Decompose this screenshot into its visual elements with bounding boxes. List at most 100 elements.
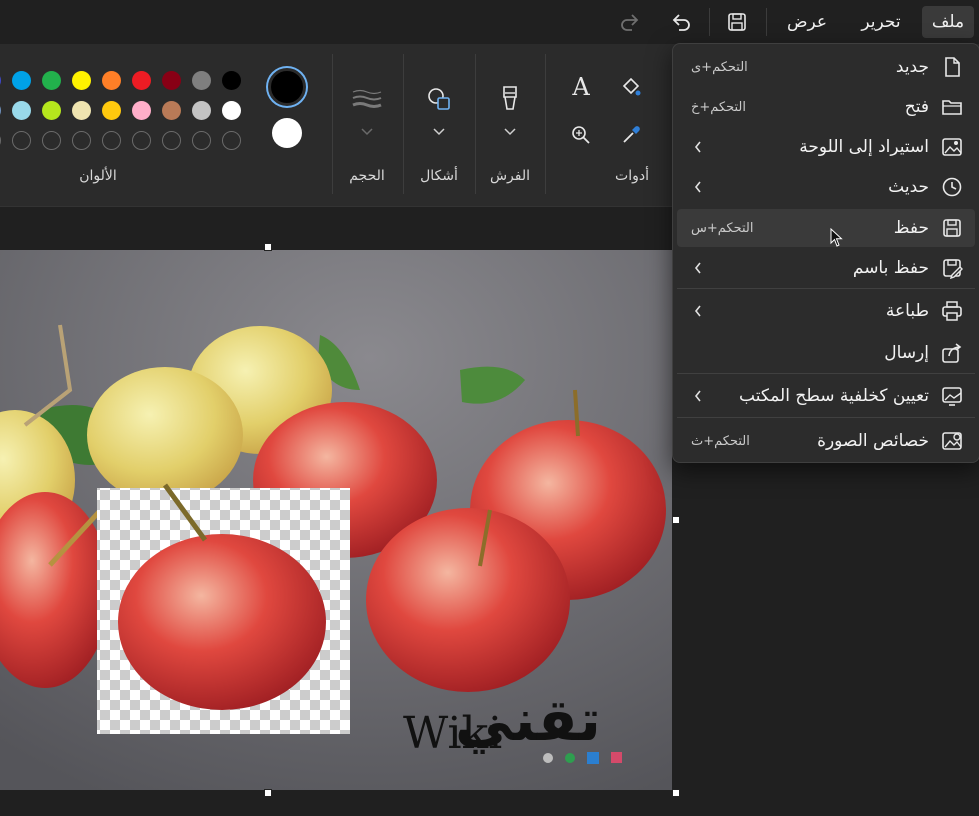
mouse-cursor-icon: [830, 228, 843, 247]
color-swatch[interactable]: [222, 71, 241, 90]
custom-color-slot[interactable]: [42, 131, 61, 150]
chevron-down-icon[interactable]: [495, 117, 525, 147]
menu-item-shortcut: التحكم+خ: [691, 100, 747, 115]
chevron-left-icon: [693, 302, 707, 320]
resize-handle-top[interactable]: [264, 243, 272, 251]
file-menu-item[interactable]: استيراد إلى اللوحة: [677, 128, 975, 166]
brushes-group-label: الفرش: [489, 168, 531, 184]
fill-bucket-icon[interactable]: [616, 72, 646, 102]
custom-color-slot[interactable]: [72, 131, 91, 150]
color-picker-icon[interactable]: [616, 120, 646, 150]
menu-item-label: خصائص الصورة: [817, 431, 929, 451]
print-icon: [941, 300, 963, 322]
custom-color-slot[interactable]: [102, 131, 121, 150]
file-menu-item[interactable]: تعيين كخلفية سطح المكتب: [677, 377, 975, 415]
menu-item-shortcut: التحكم+ث: [691, 434, 750, 449]
save-icon[interactable]: [723, 8, 751, 36]
menu-item-label: طباعة: [885, 301, 929, 321]
file-menu-item[interactable]: حفظ باسم: [677, 249, 975, 287]
watermark-arabic: تقني: [455, 686, 601, 754]
brush-icon[interactable]: [495, 84, 525, 114]
custom-color-slot[interactable]: [12, 131, 31, 150]
ribbon-divider: [545, 54, 546, 194]
file-menu-item[interactable]: خصائص الصورة التحكم+ث: [677, 422, 975, 460]
apples-photo: Wiki تقني: [0, 250, 672, 790]
menu-item-label: جديد: [895, 57, 929, 77]
color-swatch[interactable]: [0, 101, 1, 120]
menubar-divider: [766, 8, 767, 36]
chevron-left-icon: [693, 178, 707, 196]
color-swatch[interactable]: [102, 101, 121, 120]
file-menu-item[interactable]: إرسال: [677, 334, 975, 372]
resize-handle-bottom[interactable]: [264, 789, 272, 797]
menu-file[interactable]: ملف: [922, 6, 974, 38]
menu-divider: [677, 288, 975, 289]
color-swatch[interactable]: [192, 101, 211, 120]
resize-handle-corner[interactable]: [672, 789, 680, 797]
shapes-icon[interactable]: [424, 84, 454, 114]
menu-item-shortcut: التحكم+ى: [691, 60, 748, 75]
menu-bar: ملف تحرير عرض: [0, 0, 979, 44]
menubar-divider: [709, 8, 710, 36]
colors-group-label: الألوان: [79, 168, 117, 184]
color-swatch[interactable]: [162, 71, 181, 90]
menu-item-label: حفظ باسم: [852, 258, 929, 278]
undo-icon[interactable]: [667, 8, 695, 36]
file-menu-item[interactable]: طباعة: [677, 292, 975, 330]
save-icon: [941, 217, 963, 239]
custom-color-slot[interactable]: [192, 131, 211, 150]
redo-icon[interactable]: [616, 8, 644, 36]
custom-color-slot[interactable]: [132, 131, 151, 150]
color-swatch[interactable]: [12, 71, 31, 90]
color-swatch[interactable]: [132, 101, 151, 120]
color-swatch[interactable]: [12, 101, 31, 120]
recent-clock-icon: [941, 176, 963, 198]
menu-item-label: حديث: [888, 177, 929, 197]
shapes-group-label: أشكال: [420, 168, 458, 184]
color-swatch[interactable]: [192, 71, 211, 90]
menu-item-label: استيراد إلى اللوحة: [799, 137, 929, 157]
new-file-icon: [941, 56, 963, 78]
resize-handle-right[interactable]: [672, 516, 680, 524]
color-swatch[interactable]: [72, 101, 91, 120]
menu-item-label: إرسال: [884, 343, 929, 363]
color-swatch[interactable]: [132, 71, 151, 90]
menu-edit[interactable]: تحرير: [852, 6, 910, 38]
stroke-size-icon[interactable]: [352, 84, 382, 114]
save-as-icon: [941, 257, 963, 280]
primary-color-swatch[interactable]: [268, 68, 306, 106]
chevron-down-icon[interactable]: [352, 117, 382, 147]
menu-item-label: حفظ: [893, 218, 929, 238]
custom-color-slot[interactable]: [162, 131, 181, 150]
desktop-background-icon: [941, 385, 963, 407]
file-menu-item[interactable]: جديد التحكم+ى: [677, 48, 975, 86]
custom-color-slot[interactable]: [0, 131, 1, 150]
file-menu-item[interactable]: فتح التحكم+خ: [677, 88, 975, 126]
file-menu-dropdown: جديد التحكم+ى فتح التحكم+خ استيراد إلى اللوح…: [672, 43, 979, 463]
color-swatch[interactable]: [42, 71, 61, 90]
image-properties-icon: [941, 430, 963, 452]
custom-color-slot[interactable]: [222, 131, 241, 150]
color-swatch[interactable]: [42, 101, 61, 120]
magnifier-icon[interactable]: [566, 120, 596, 150]
image-canvas[interactable]: Wiki تقني: [0, 250, 672, 790]
color-swatch[interactable]: [102, 71, 121, 90]
color-swatch[interactable]: [0, 71, 1, 90]
chevron-left-icon: [693, 138, 707, 156]
menu-item-label: تعيين كخلفية سطح المكتب: [739, 386, 929, 406]
color-swatch[interactable]: [162, 101, 181, 120]
color-swatch[interactable]: [222, 101, 241, 120]
menu-view[interactable]: عرض: [776, 6, 838, 38]
file-menu-item[interactable]: حفظ التحكم+س: [677, 209, 975, 247]
ribbon-divider: [475, 54, 476, 194]
menu-divider: [677, 373, 975, 374]
color-swatch[interactable]: [72, 71, 91, 90]
file-menu-item[interactable]: حديث: [677, 168, 975, 206]
secondary-color-swatch[interactable]: [272, 118, 302, 148]
menu-divider: [677, 417, 975, 418]
ribbon-divider: [332, 54, 333, 194]
chevron-down-icon[interactable]: [424, 117, 454, 147]
menu-item-label: فتح: [904, 97, 929, 117]
text-tool-icon[interactable]: A: [566, 72, 596, 102]
ribbon-divider: [403, 54, 404, 194]
